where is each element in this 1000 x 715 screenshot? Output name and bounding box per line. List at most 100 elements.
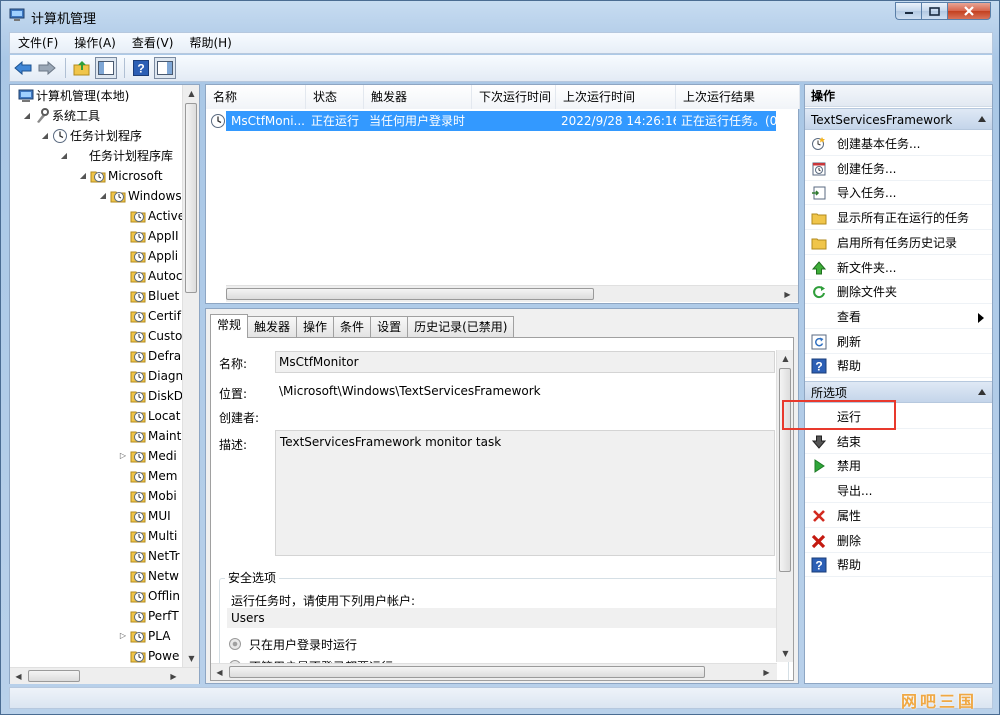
show-hide-action-pane-button[interactable]	[154, 57, 176, 79]
tree-item-label: Autoc	[148, 269, 183, 283]
scroll-right-arrow[interactable]: ▶	[165, 668, 182, 685]
tab-1[interactable]: 触发器	[247, 316, 298, 338]
action-item[interactable]: 查看	[805, 305, 992, 329]
folder-clock-icon	[130, 631, 146, 643]
scroll-up-arrow[interactable]: ▲	[777, 350, 793, 367]
folder-clock-icon	[130, 591, 146, 603]
action-icon-wrapper	[811, 483, 827, 499]
column-header[interactable]: 触发器	[364, 85, 472, 109]
back-button[interactable]	[12, 57, 34, 79]
action-item[interactable]: 导入任务...	[805, 181, 992, 206]
scroll-down-arrow[interactable]: ▼	[777, 645, 793, 662]
action-item[interactable]: ? 帮助	[805, 354, 992, 379]
action-item[interactable]: ? 帮助	[805, 553, 992, 578]
close-button[interactable]	[947, 2, 991, 20]
help-toolbar-button[interactable]: ?	[130, 57, 152, 79]
column-header[interactable]: 上次运行结果	[676, 85, 800, 109]
column-header[interactable]: 上次运行时间	[556, 85, 676, 109]
scroll-thumb[interactable]	[229, 666, 705, 678]
detail-horizontal-scrollbar[interactable]: ◀ ▶	[211, 663, 777, 680]
scroll-thumb[interactable]	[28, 670, 80, 682]
forward-button[interactable]	[36, 57, 58, 79]
scroll-right-arrow[interactable]: ▶	[779, 286, 796, 303]
tab-0[interactable]: 常规	[210, 314, 249, 338]
table-cell: 正在运行任务。(0x	[681, 114, 776, 128]
collapse-arrow-icon[interactable]: ◢	[22, 106, 32, 126]
menu-action[interactable]: 操作(A)	[66, 33, 124, 53]
action-item[interactable]: 结束	[805, 430, 992, 454]
actions-section-header[interactable]: TextServicesFramework	[805, 108, 992, 130]
action-item[interactable]: 禁用	[805, 454, 992, 479]
collapse-up-icon[interactable]	[978, 389, 986, 395]
column-header[interactable]: 名称	[206, 85, 306, 109]
tab-5[interactable]: 历史记录(已禁用)	[407, 316, 515, 338]
column-header[interactable]: 下次运行时间	[472, 85, 556, 109]
collapse-up-icon[interactable]	[978, 116, 986, 122]
action-icon-wrapper	[811, 185, 827, 201]
detail-vertical-scrollbar[interactable]: ▲ ▼	[776, 350, 793, 662]
collapse-arrow-icon[interactable]: ◢	[78, 166, 88, 186]
action-icon-wrapper	[811, 309, 827, 325]
scroll-down-arrow[interactable]: ▼	[183, 650, 200, 667]
action-item[interactable]: 导出...	[805, 479, 992, 504]
run-only-logged-on-radio[interactable]	[229, 638, 241, 650]
expand-arrow-icon[interactable]: ▷	[118, 446, 128, 466]
console-tree-pane: 计算机管理(本地) ◢ 系统工具 ◢ 任务计划程序 ◢ 任务计划程序库 ◢ Microsoft ◢…	[9, 84, 200, 684]
folder-clock-icon	[130, 611, 146, 623]
tab-3[interactable]: 条件	[333, 316, 372, 338]
maximize-button[interactable]	[921, 2, 947, 20]
action-item[interactable]: 创建任务...	[805, 157, 992, 181]
action-item[interactable]: 刷新	[805, 330, 992, 354]
action-item[interactable]: 新文件夹...	[805, 256, 992, 280]
column-header[interactable]: 状态	[306, 85, 364, 109]
action-item-label: 属性	[837, 508, 862, 523]
action-item-label: 导入任务...	[837, 186, 897, 201]
action-item[interactable]: 删除文件夹	[805, 280, 992, 305]
general-tab-body: 名称: MsCtfMonitor 位置: \Microsoft\Windows\…	[210, 337, 794, 681]
expand-arrow-icon[interactable]: ▷	[118, 626, 128, 646]
detail-tabs: 常规 触发器 操作 条件 设置 历史记录(已禁用)	[210, 314, 515, 338]
folder-clock-icon	[130, 251, 146, 263]
action-item[interactable]: 显示所有正在运行的任务	[805, 206, 992, 231]
toolbar: ?	[9, 55, 993, 82]
scroll-right-arrow[interactable]: ▶	[758, 664, 775, 680]
action-item-label: 启用所有任务历史记录	[837, 235, 958, 250]
tree-vertical-scrollbar[interactable]: ▲ ▼	[182, 85, 199, 667]
action-item[interactable]: 删除	[805, 529, 992, 553]
scroll-thumb[interactable]	[185, 103, 197, 293]
folder-clock-icon	[130, 451, 146, 463]
location-value: \Microsoft\Windows\TextServicesFramework	[279, 384, 541, 398]
description-label: 描述:	[219, 438, 248, 452]
scroll-thumb[interactable]	[226, 288, 594, 300]
menu-file[interactable]: 文件(F)	[10, 33, 66, 53]
menu-view[interactable]: 查看(V)	[124, 33, 182, 53]
tree-horizontal-scrollbar[interactable]: ◀ ▶	[10, 667, 199, 684]
collapse-arrow-icon[interactable]: ◢	[40, 126, 50, 146]
table-row[interactable]: MsCtfMoni... 正在运行 当任何用户登录时 2022/9/28 14:26:…	[226, 111, 776, 131]
middle-pane: 名称 状态 触发器 下次运行时间 上次运行时间 上次运行结果 MsCtfMoni... 正在…	[205, 84, 800, 684]
name-field[interactable]: MsCtfMonitor	[275, 351, 775, 373]
folder-clock-icon	[90, 171, 106, 183]
action-item[interactable]: 属性	[805, 504, 992, 528]
collapse-arrow-icon[interactable]: ◢	[98, 186, 108, 206]
table-cell: 正在运行	[311, 114, 360, 128]
show-hide-console-tree-button[interactable]	[95, 57, 117, 79]
description-field[interactable]: TextServicesFramework monitor task	[275, 430, 775, 556]
scroll-thumb[interactable]	[779, 368, 791, 572]
collapse-arrow-icon[interactable]: ◢	[59, 146, 69, 166]
action-item[interactable]: 启用所有任务历史记录	[805, 231, 992, 255]
scroll-left-arrow[interactable]: ◀	[10, 668, 27, 685]
minimize-button[interactable]	[895, 2, 921, 20]
action-item[interactable]: 创建基本任务...	[805, 132, 992, 156]
up-folder-button[interactable]	[71, 57, 93, 79]
maximize-icon	[929, 6, 940, 16]
tab-2[interactable]: 操作	[296, 316, 335, 338]
tree-item-label: Windows	[128, 189, 182, 203]
menu-help[interactable]: 帮助(H)	[181, 33, 239, 53]
tree-icon-wrapper	[130, 548, 146, 564]
scroll-up-arrow[interactable]: ▲	[183, 85, 200, 102]
task-list-horizontal-scrollbar[interactable]: ◀ ▶	[226, 285, 798, 302]
scroll-left-arrow[interactable]: ◀	[211, 664, 228, 680]
tab-4[interactable]: 设置	[370, 316, 409, 338]
title-bar[interactable]: 计算机管理	[1, 1, 999, 31]
